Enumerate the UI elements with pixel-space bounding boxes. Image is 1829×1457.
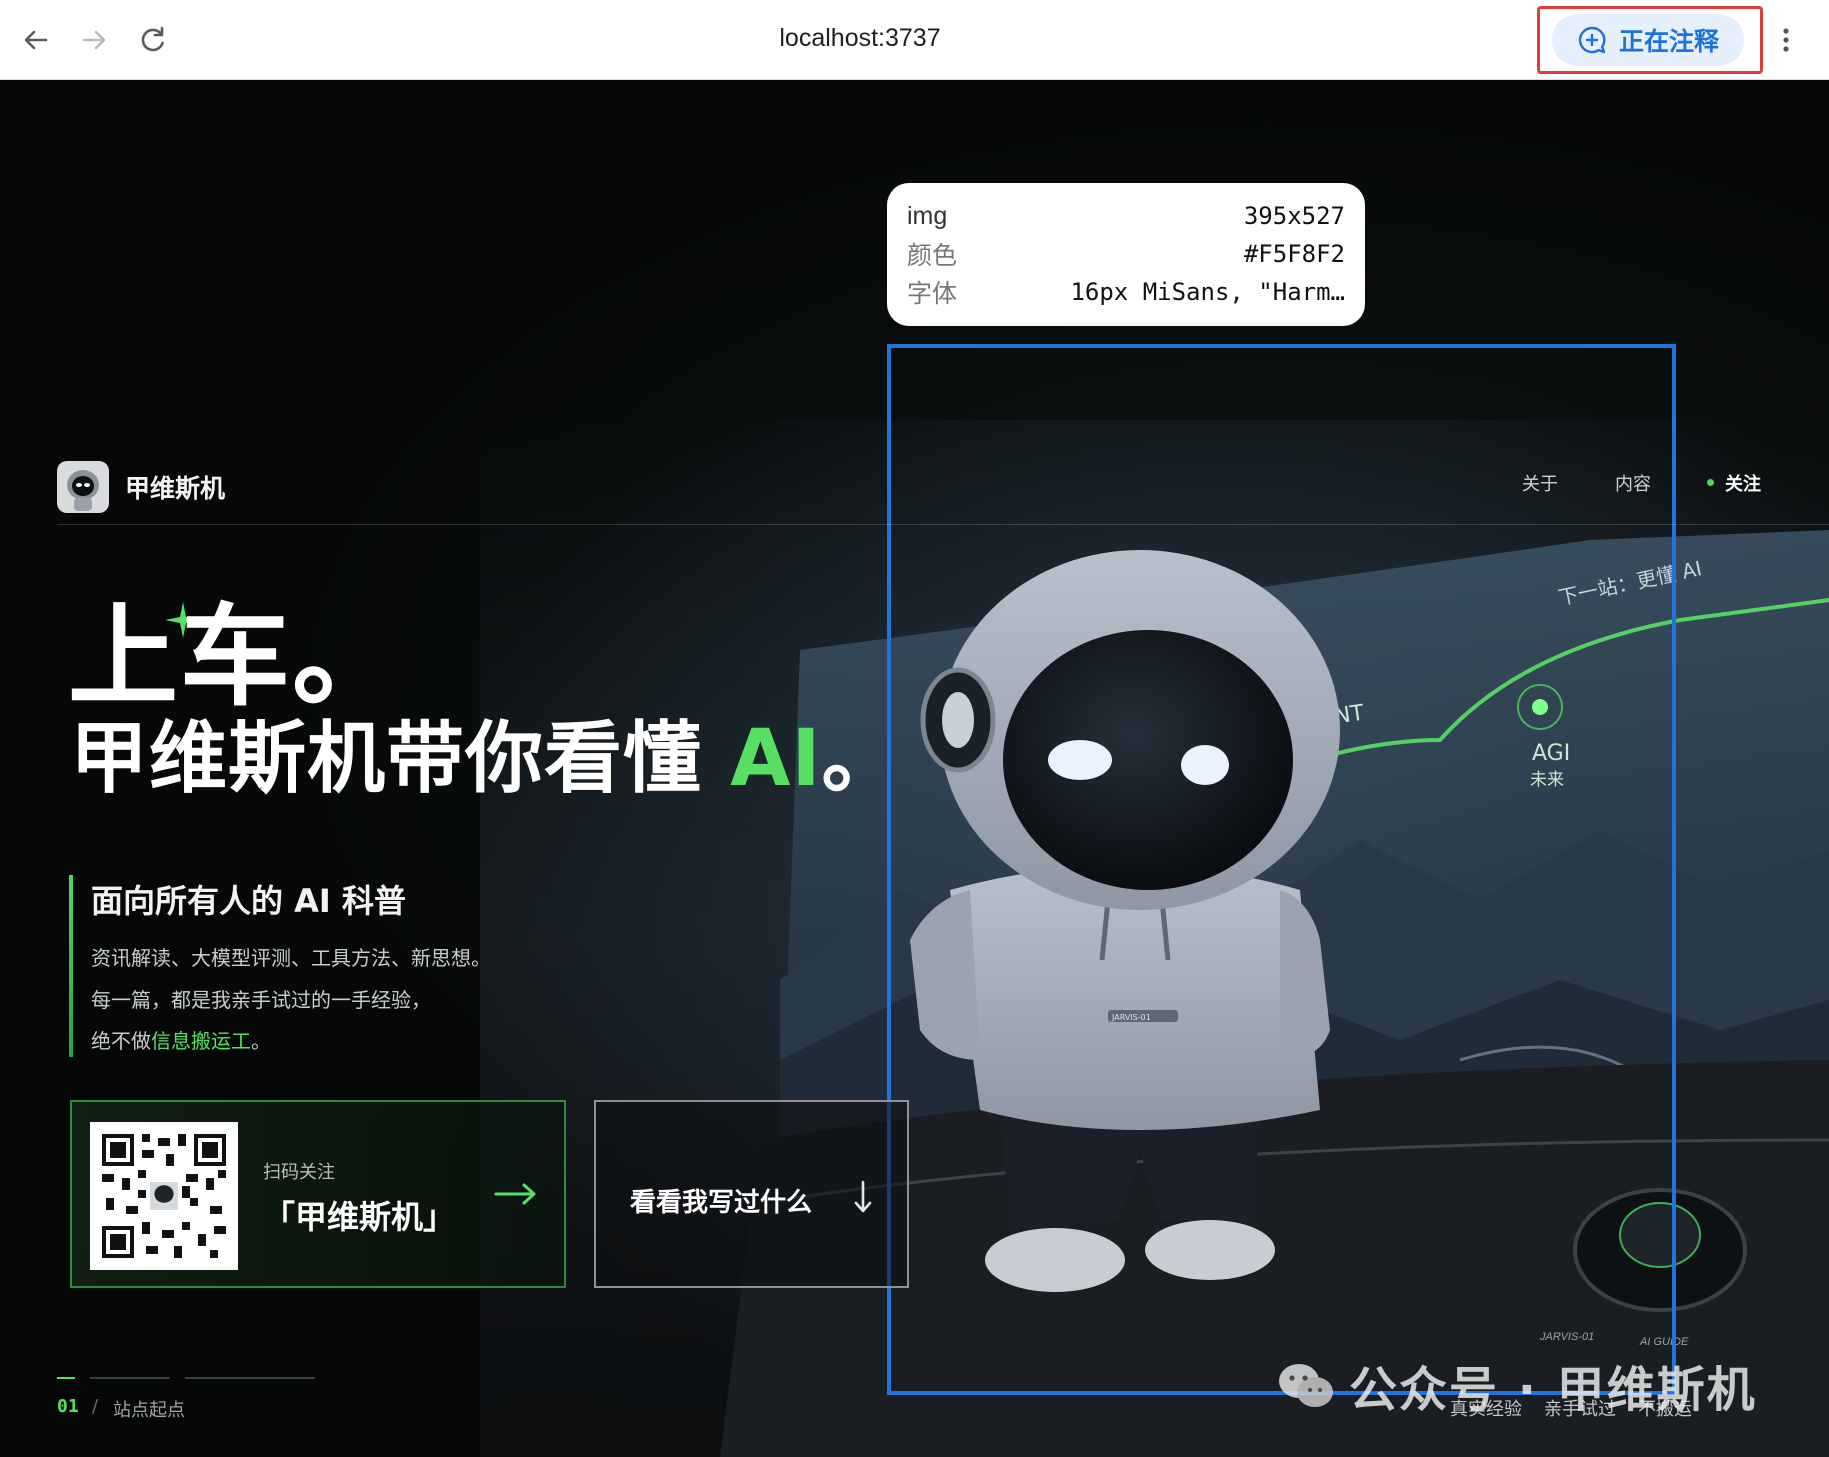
inspector-color-label: 颜色 [907, 242, 958, 270]
qr-code [90, 1122, 238, 1270]
intro-line-3: 绝不做信息搬运工。 [91, 1025, 271, 1054]
element-inspector-tooltip: img 395x527 颜色 #F5F8F2 字体 16px MiSans, "… [887, 183, 1365, 326]
wechat-icon [1279, 1364, 1333, 1407]
inspector-font-value: 16px MiSans, "Harm… [1070, 278, 1345, 306]
add-comment-icon [1578, 26, 1606, 54]
kebab-menu-icon[interactable] [1772, 24, 1800, 56]
headline-ai-highlight: AI [730, 714, 822, 804]
inspector-size: 395x527 [1243, 202, 1345, 230]
brand-name: 甲维斯机 [125, 474, 226, 503]
follow-qr-card[interactable]: 扫码关注 「甲维斯机」 [70, 1100, 566, 1288]
nav-about[interactable]: 关于 [1522, 470, 1558, 496]
step-number: 01 [57, 1396, 79, 1417]
brand-logo [57, 461, 109, 513]
page-viewport: JARVIS-01 AI GUIDE 下一站：更懂 AI AGENT 协作 AG… [0, 80, 1829, 1457]
nav-active-dot [1707, 479, 1714, 486]
step-indicator-3[interactable] [185, 1377, 315, 1379]
step-label: 站点起点 [113, 1400, 185, 1421]
intro-accent-bar [69, 875, 73, 1057]
selected-element-outline[interactable] [887, 344, 1676, 1395]
inspector-color-value: #F5F8F2 [1243, 240, 1345, 268]
arrow-down-icon [854, 1180, 872, 1213]
step-indicator-active[interactable] [57, 1377, 75, 1379]
intro-line-3-suffix: 。 [251, 1029, 271, 1053]
wechat-watermark: 公众号 · 甲维斯机 [1277, 1350, 1757, 1420]
intro-line-2: 每一篇，都是我亲手试过的一手经验， [91, 988, 431, 1012]
qr-hint: 扫码关注 [263, 1162, 335, 1183]
address-bar[interactable]: localhost:3737 [0, 24, 1720, 53]
header-divider [57, 524, 1829, 525]
headline-secondary: 甲维斯机带你看懂 AI。 [70, 720, 901, 798]
intro-line-3-prefix: 绝不做 [91, 1029, 151, 1053]
arrow-right-icon [494, 1183, 536, 1205]
intro-line-1: 资讯解读、大模型评测、工具方法、新思想。 [91, 946, 491, 970]
intro-highlight: 信息搬运工 [151, 1029, 251, 1053]
qr-account-name: 「甲维斯机」 [263, 1198, 456, 1236]
browse-articles-button[interactable]: 看看我写过什么 [594, 1100, 909, 1288]
intro-title: 面向所有人的 AI 科普 [91, 882, 406, 920]
step-separator: / [92, 1396, 99, 1417]
inspector-tag: img [907, 201, 948, 230]
annotate-button[interactable]: 正在注释 [1552, 14, 1744, 66]
nav-follow[interactable]: 关注 [1725, 470, 1761, 496]
annotate-button-label: 正在注释 [1618, 27, 1719, 56]
nav-content[interactable]: 内容 [1615, 470, 1651, 496]
watermark-text: 公众号 · 甲维斯机 [1349, 1362, 1757, 1418]
inspector-font-label: 字体 [907, 280, 958, 308]
headline-primary: 上车。 [68, 593, 404, 721]
cta-label: 看看我写过什么 [630, 1188, 813, 1218]
headline-secondary-text: 甲维斯机带你看懂 [70, 714, 731, 804]
site-brand[interactable]: 甲维斯机 [57, 461, 225, 513]
headline-secondary-period: 。 [821, 714, 901, 804]
browser-toolbar: localhost:3737 正在注释 [0, 0, 1829, 80]
step-indicator-2[interactable] [90, 1377, 170, 1379]
